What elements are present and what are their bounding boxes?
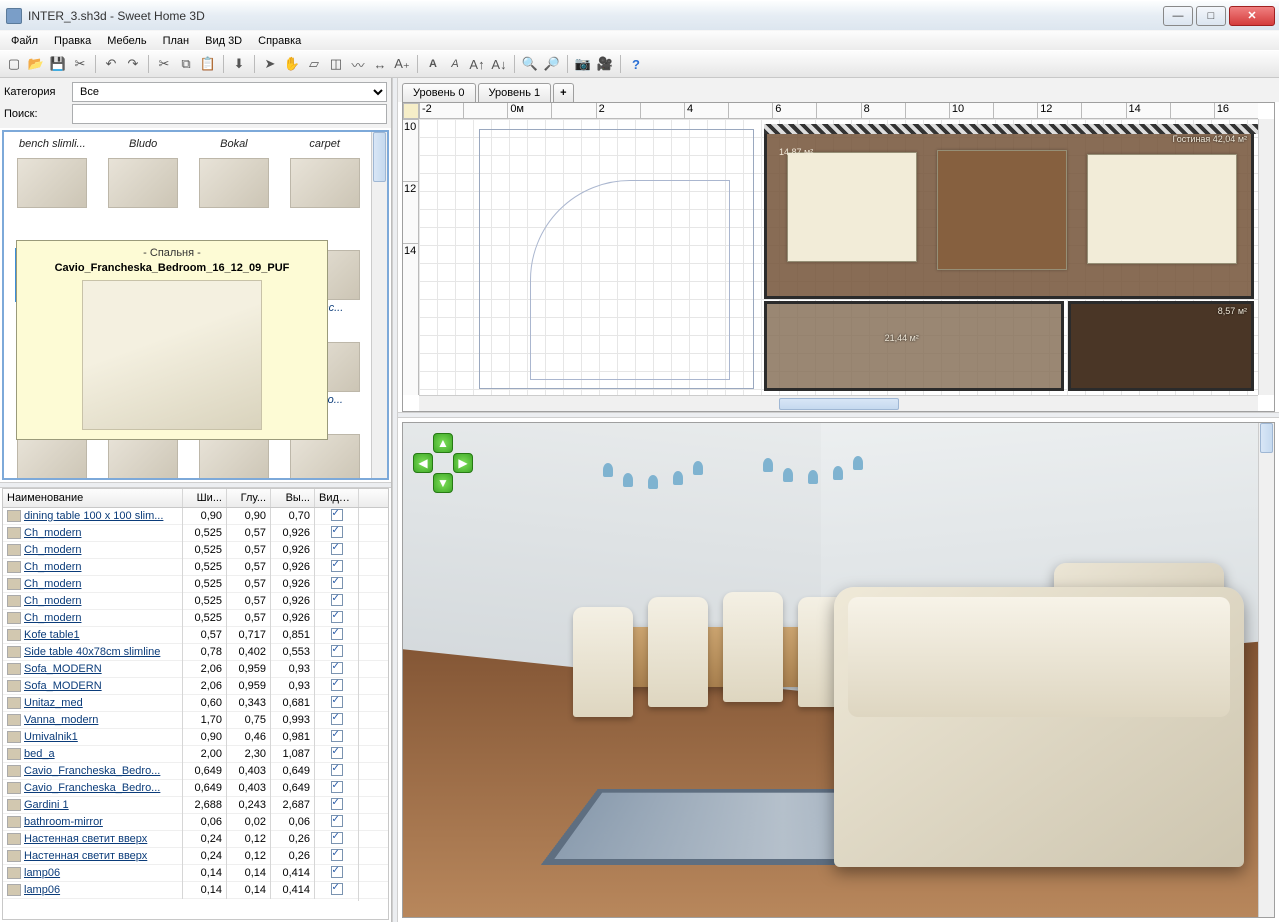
maximize-button[interactable]: □: [1196, 6, 1226, 26]
bold-icon[interactable]: A: [423, 54, 443, 74]
plan-vscroll[interactable]: [1258, 119, 1274, 395]
furniture-tooltip: - Спальня - Cavio_Francheska_Bedroom_16_…: [16, 240, 328, 440]
catalog-controls: Категория Все Поиск:: [0, 78, 391, 128]
menu-edit[interactable]: Правка: [47, 33, 98, 49]
text-icon[interactable]: A₊: [392, 54, 412, 74]
tooltip-preview: [82, 280, 262, 430]
help-icon[interactable]: ?: [626, 54, 646, 74]
3d-view[interactable]: ▲ ◀ ▶ ▼: [402, 422, 1275, 918]
catalog-scrollbar[interactable]: [371, 132, 387, 478]
menu-help[interactable]: Справка: [251, 33, 308, 49]
menu-plan[interactable]: План: [156, 33, 197, 49]
plan-view[interactable]: -20м246810121416 101214 Гостиная 42,04 м…: [402, 102, 1275, 412]
tooltip-category: - Спальня -: [23, 247, 321, 259]
ruler-corner: [403, 103, 419, 119]
dim-icon[interactable]: ↔: [370, 54, 390, 74]
zoomout-icon[interactable]: 🔎: [542, 54, 562, 74]
tab-level0[interactable]: Уровень 0: [402, 83, 476, 102]
room-icon[interactable]: ◫: [326, 54, 346, 74]
photo-icon[interactable]: 📷: [573, 54, 593, 74]
open-icon[interactable]: 📂: [26, 54, 46, 74]
sofa: [834, 587, 1244, 867]
category-label: Категория: [4, 86, 68, 98]
room-label-mid: 21,44 м²: [885, 333, 1057, 343]
room-label-living: Гостиная 42,04 м²: [1173, 134, 1247, 144]
category-select[interactable]: Все: [72, 82, 387, 102]
titlebar: INTER_3.sh3d - Sweet Home 3D — □ ✕: [0, 0, 1279, 30]
catalog-item[interactable]: Bokal: [192, 138, 277, 224]
prefs-icon[interactable]: ✂: [70, 54, 90, 74]
catalog-item[interactable]: carpet: [282, 138, 367, 224]
ruler-vertical: 101214: [403, 119, 419, 395]
room-label-dine: 14,87 м²: [779, 147, 813, 157]
3d-vscroll[interactable]: [1258, 423, 1274, 917]
redo-icon[interactable]: ↷: [123, 54, 143, 74]
cut-icon[interactable]: ✂: [154, 54, 174, 74]
zoomin-icon[interactable]: 🔍: [520, 54, 540, 74]
copy-icon[interactable]: ⧉: [176, 54, 196, 74]
right-splitter[interactable]: [398, 412, 1279, 418]
save-icon[interactable]: 💾: [48, 54, 68, 74]
select-icon[interactable]: ➤: [260, 54, 280, 74]
search-label: Поиск:: [4, 108, 68, 120]
tab-level1[interactable]: Уровень 1: [478, 83, 552, 102]
col-height[interactable]: Вы...: [271, 489, 315, 507]
plan-hscroll[interactable]: [419, 395, 1258, 411]
dec-icon[interactable]: A↓: [489, 54, 509, 74]
close-button[interactable]: ✕: [1229, 6, 1275, 26]
new-icon[interactable]: ▢: [4, 54, 24, 74]
video-icon[interactable]: 🎥: [595, 54, 615, 74]
tooltip-title: Cavio_Francheska_Bedroom_16_12_09_PUF: [23, 262, 321, 274]
furniture-table: Наименование Ши... Глу... Вы... Види... …: [2, 488, 389, 920]
undo-icon[interactable]: ↶: [101, 54, 121, 74]
menu-file[interactable]: Файл: [4, 33, 45, 49]
menu-3dview[interactable]: Вид 3D: [198, 33, 249, 49]
search-input[interactable]: [72, 104, 387, 124]
3d-nav[interactable]: ▲ ◀ ▶ ▼: [413, 433, 473, 493]
catalog-item[interactable]: bench slimli...: [10, 138, 95, 224]
col-visible[interactable]: Види...: [315, 489, 359, 507]
inc-icon[interactable]: A↑: [467, 54, 487, 74]
window-title: INTER_3.sh3d - Sweet Home 3D: [28, 9, 1163, 23]
col-depth[interactable]: Глу...: [227, 489, 271, 507]
tab-add[interactable]: +: [553, 83, 573, 102]
col-width[interactable]: Ши...: [183, 489, 227, 507]
table-row[interactable]: lamp060,140,140,414: [3, 882, 388, 899]
level-tabs: Уровень 0 Уровень 1 +: [398, 78, 1279, 102]
polyline-icon[interactable]: 〰: [348, 54, 368, 74]
col-name[interactable]: Наименование: [3, 489, 183, 507]
minimize-button[interactable]: —: [1163, 6, 1193, 26]
italic-icon[interactable]: A: [445, 54, 465, 74]
table-header: Наименование Ши... Глу... Вы... Види...: [3, 489, 388, 508]
toolbar: ▢ 📂 💾 ✂ ↶ ↷ ✂ ⧉ 📋 ⬇ ➤ ✋ ▱ ◫ 〰 ↔ A₊ A A A…: [0, 50, 1279, 78]
ruler-horizontal: -20м246810121416: [419, 103, 1258, 119]
app-icon: [6, 8, 22, 24]
plan-canvas[interactable]: Гостиная 42,04 м² 21,44 м² 8,57 м² 14,87…: [419, 119, 1258, 395]
addfurn-icon[interactable]: ⬇: [229, 54, 249, 74]
wall-icon[interactable]: ▱: [304, 54, 324, 74]
menubar: Файл Правка Мебель План Вид 3D Справка: [0, 30, 1279, 50]
menu-furniture[interactable]: Мебель: [100, 33, 153, 49]
paste-icon[interactable]: 📋: [198, 54, 218, 74]
catalog-item[interactable]: Bludo: [101, 138, 186, 224]
pan-icon[interactable]: ✋: [282, 54, 302, 74]
catalog-panel: bench slimli...BludoBokalcarpetCaFranc..…: [2, 130, 389, 480]
room-label-bath: 8,57 м²: [1218, 306, 1247, 316]
